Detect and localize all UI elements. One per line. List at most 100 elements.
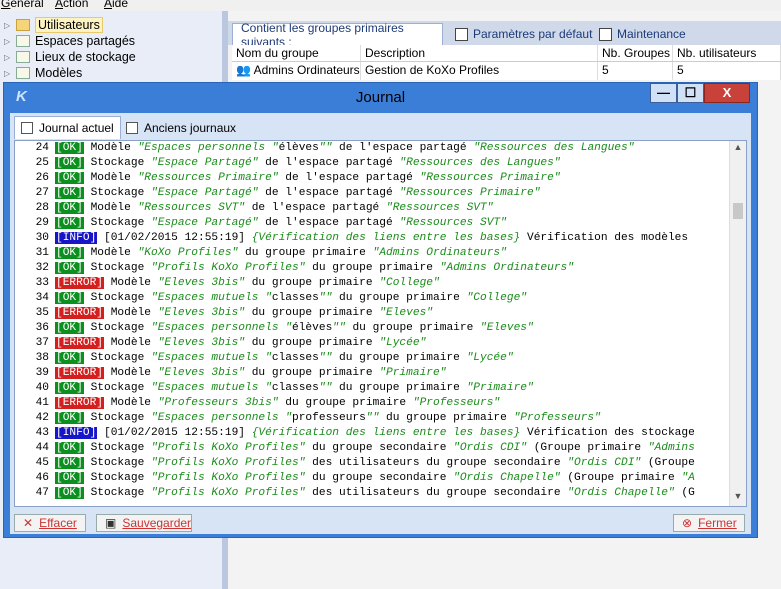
log-status-badge: [INFO]	[55, 232, 98, 244]
log-text: du groupe primaire	[305, 262, 440, 274]
log-highlight: "Admins Ordinateurs"	[439, 262, 574, 274]
log-text: Stockage	[83, 157, 151, 169]
column-header[interactable]: Description	[361, 45, 598, 61]
tree-item-lieux-de-stockage[interactable]: ▷ Lieux de stockage	[4, 49, 136, 65]
tree-item-utilisateurs[interactable]: ▷ Utilisateurs	[4, 17, 103, 33]
line-number: 24	[35, 142, 49, 154]
clear-button[interactable]: ✕ Effacer	[14, 514, 86, 532]
log-status-badge: [OK]	[55, 202, 84, 214]
button-label: Effacer	[39, 516, 77, 530]
log-text: de l'espace partagé	[245, 202, 386, 214]
table-row[interactable]: 👥 Admins Ordinateurs Gestion de KoXo Pro…	[232, 62, 781, 80]
settings-icon	[455, 27, 468, 41]
menu-general[interactable]: Général	[1, 0, 44, 10]
log-text: Stockage	[83, 457, 151, 469]
scroll-down-icon[interactable]: ▼	[730, 491, 746, 505]
log-highlight: "Professeurs"	[513, 412, 601, 424]
log-status-badge: [OK]	[55, 382, 84, 394]
tree-item-espaces-partages[interactable]: ▷ Espaces partagés	[4, 33, 135, 49]
dialog-titlebar[interactable]: K Journal — ☐ X	[4, 83, 757, 111]
line-number: 44	[35, 442, 49, 454]
tab-maintenance[interactable]: Maintenance	[591, 23, 694, 45]
log-highlight: "College"	[379, 277, 440, 289]
log-line: 36 [OK] Stockage "Espaces personnels "élè…	[15, 321, 731, 336]
log-highlight: "A	[681, 472, 695, 484]
line-number: 39	[35, 367, 49, 379]
table-cell: 👥 Admins Ordinateurs	[232, 62, 361, 80]
log-text: Modèle	[83, 172, 138, 184]
log-highlight: "Espaces personnels "	[151, 322, 292, 334]
expand-icon[interactable]: ▷	[4, 21, 14, 30]
log-status-badge: [OK]	[55, 217, 84, 229]
line-number: 32	[35, 262, 49, 274]
log-text: élèves	[278, 142, 319, 154]
tab-groupes-primaires[interactable]: Contient les groupes primaires suivants …	[232, 21, 443, 49]
log-text: du groupe primaire	[379, 412, 514, 424]
scroll-up-icon[interactable]: ▲	[730, 142, 746, 156]
log-highlight: "Profils KoXo Profiles"	[151, 487, 306, 499]
expand-icon[interactable]: ▷	[4, 37, 14, 46]
log-status-badge: [ERROR]	[55, 397, 104, 409]
menu-action[interactable]: Action	[55, 0, 88, 10]
column-header[interactable]: Nom du groupe	[232, 45, 361, 61]
close-button[interactable]: ⊗ Fermer	[673, 514, 745, 532]
log-status-badge: [OK]	[55, 247, 84, 259]
maximize-button[interactable]: ☐	[677, 83, 704, 103]
tab-journal-actuel[interactable]: Journal actuel	[14, 116, 121, 139]
tab-label: Anciens journaux	[144, 120, 237, 135]
menu-aide[interactable]: Aide	[104, 0, 128, 10]
log-highlight: {Vérification des liens entre les bases}	[251, 427, 521, 439]
log-line: 31 [OK] Modèle "KoXo Profiles" du groupe …	[15, 246, 731, 261]
log-highlight: ""	[365, 412, 380, 424]
tree-item-label: Modèles	[35, 66, 83, 80]
log-status-badge: [OK]	[55, 187, 84, 199]
tree-item-label: Lieux de stockage	[35, 50, 136, 64]
log-highlight: "Profils KoXo Profiles"	[151, 262, 306, 274]
line-number: 28	[35, 202, 49, 214]
scroll-thumb[interactable]	[733, 203, 743, 219]
log-highlight: "Espace Partagé"	[151, 187, 259, 199]
button-label: Sauvegarder	[122, 516, 192, 530]
dialog-body: Journal actuel Anciens journaux 24 [OK] M…	[10, 113, 751, 534]
table-cell: 5	[598, 62, 673, 80]
log-highlight: "Eleves 3bis"	[157, 277, 245, 289]
line-number: 33	[35, 277, 49, 289]
line-number: 29	[35, 217, 49, 229]
log-status-badge: [OK]	[55, 352, 84, 364]
log-text: Modèle	[104, 367, 158, 379]
log-status-badge: [OK]	[55, 322, 84, 334]
log-text: classes	[271, 382, 319, 394]
log-highlight: "Ressources Primaire"	[419, 172, 561, 184]
log-text: du groupe primaire	[278, 397, 413, 409]
template-icon	[16, 67, 30, 79]
log-status-badge: [OK]	[55, 157, 84, 169]
log-highlight: {Vérification des liens entre les bases}	[251, 232, 521, 244]
log-status-badge: [ERROR]	[55, 277, 104, 289]
log-highlight: "Admins Ordinateurs"	[372, 247, 507, 259]
log-lines: 24 [OK] Modèle "Espaces personnels " élève…	[15, 141, 731, 506]
expand-icon[interactable]: ▷	[4, 69, 14, 78]
save-button[interactable]: ▣ Sauvegarder	[96, 514, 192, 532]
log-text: Stockage	[83, 382, 151, 394]
minimize-button[interactable]: —	[650, 83, 677, 103]
log-highlight: ""	[318, 352, 333, 364]
log-view[interactable]: 24 [OK] Modèle "Espaces personnels " élève…	[14, 140, 747, 507]
group-icon: 👥	[236, 63, 251, 77]
line-number: 31	[35, 247, 49, 259]
log-highlight: "Eleves 3bis"	[157, 367, 245, 379]
tree-item-modeles[interactable]: ▷ Modèles	[4, 65, 82, 81]
vertical-scrollbar[interactable]: ▲ ▼	[729, 141, 746, 506]
log-highlight: "Ordis Chapelle"	[453, 472, 561, 484]
close-window-button[interactable]: X	[704, 83, 750, 103]
column-header[interactable]: Nb. Groupes	[598, 45, 673, 61]
line-number: 37	[35, 337, 49, 349]
log-text: de l'espace partagé	[278, 172, 420, 184]
log-text: Vérification des modèles	[520, 232, 689, 244]
log-line: 43 [INFO] [01/02/2015 12:55:19] {Vérifica…	[15, 426, 731, 441]
tab-anciens-journaux[interactable]: Anciens journaux	[120, 116, 242, 139]
log-text: Stockage	[83, 217, 151, 229]
expand-icon[interactable]: ▷	[4, 53, 14, 62]
clear-icon: ✕	[23, 516, 34, 530]
tab-parametres[interactable]: Paramètres par défaut	[447, 23, 600, 45]
column-header[interactable]: Nb. utilisateurs	[673, 45, 781, 61]
